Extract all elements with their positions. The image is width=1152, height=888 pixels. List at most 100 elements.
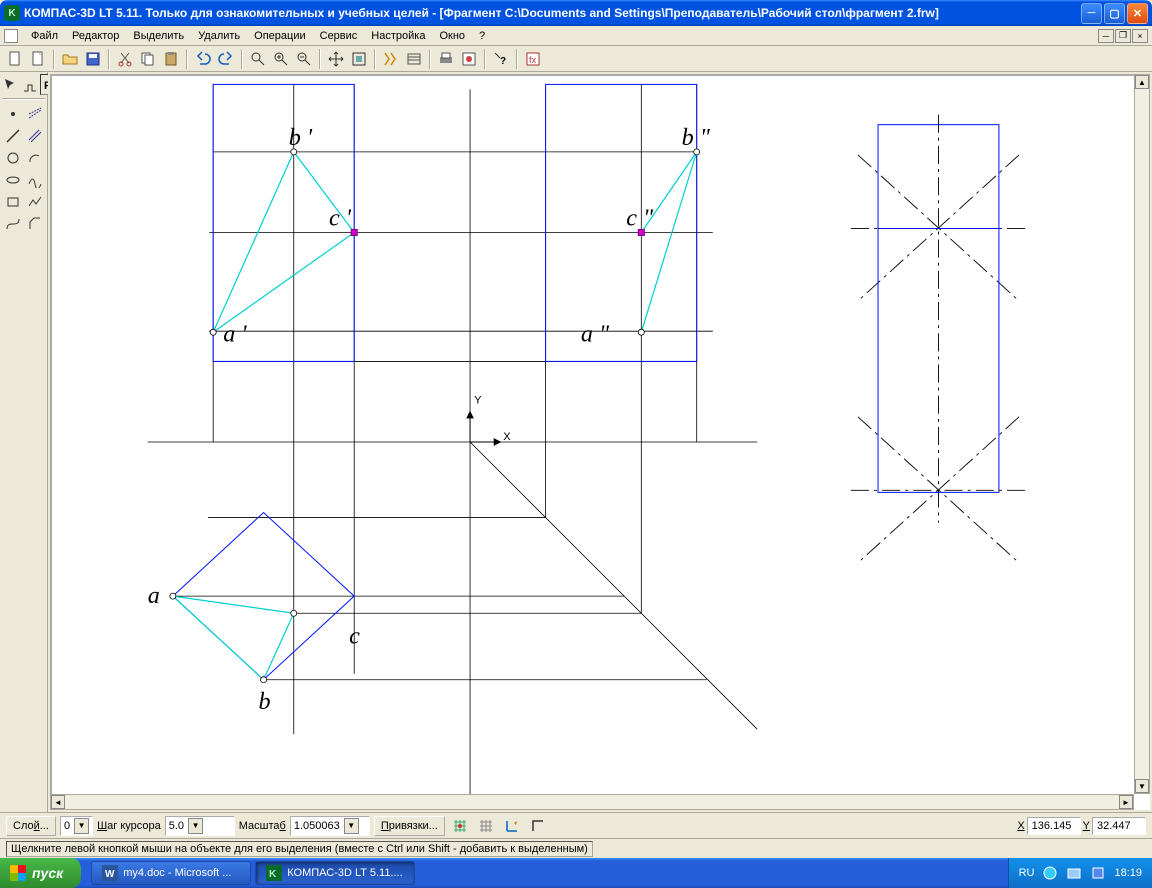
mdi-close-button[interactable]: × [1132,29,1148,43]
spline-tool[interactable] [24,169,45,190]
bezier-tool[interactable] [2,213,23,234]
left-toolbar: P [0,72,48,812]
layer-dropdown[interactable]: 0▼ [60,816,93,836]
snap-tool[interactable] [21,74,39,95]
pan-button[interactable] [325,48,347,70]
menu-operations[interactable]: Операции [247,28,312,44]
circle-tool[interactable] [2,147,23,168]
language-indicator[interactable]: RU [1019,867,1035,879]
aux-line-tool[interactable] [24,103,45,124]
svg-text:?: ? [500,56,506,67]
label-c: c [349,622,360,649]
line-tool[interactable] [2,125,23,146]
scroll-up-button[interactable]: ▲ [1135,75,1149,89]
select-tool[interactable] [2,74,20,95]
coord-y-field[interactable]: 32.447 [1092,817,1146,835]
point-tool[interactable] [2,103,23,124]
save-button[interactable] [82,48,104,70]
vertical-scrollbar[interactable]: ▲ ▼ [1134,74,1150,794]
menu-select[interactable]: Выделить [126,28,191,44]
mdi-minimize-button[interactable]: ─ [1098,29,1114,43]
label-c-double: c " [626,204,654,231]
clock[interactable]: 18:19 [1114,867,1142,879]
axis-y-label: Y [474,395,482,407]
mdi-restore-button[interactable]: ❐ [1115,29,1131,43]
zoom-fit-button[interactable] [348,48,370,70]
menu-editor[interactable]: Редактор [65,28,126,44]
main-toolbar: ? fx [0,46,1152,72]
layers-button[interactable] [403,48,425,70]
layer-button[interactable]: Слой... [6,816,56,836]
undo-button[interactable] [192,48,214,70]
hint-text: Щелкните левой кнопкой мыши на объекте д… [6,841,593,857]
menu-file[interactable]: Файл [24,28,65,44]
ortho-button[interactable] [527,815,549,837]
scale-dropdown[interactable]: 1.050063▼ [290,816,370,836]
mdi-document-icon[interactable] [4,29,18,43]
menu-help[interactable]: ? [472,28,492,44]
label-c-prime: c ' [329,204,352,231]
rect-tool[interactable] [2,191,23,212]
help-button[interactable]: ? [490,48,512,70]
zoom-in-button[interactable] [270,48,292,70]
svg-text:fx: fx [529,55,537,65]
label-b-double: b " [682,124,711,151]
variables-button[interactable]: fx [522,48,544,70]
scroll-down-button[interactable]: ▼ [1135,779,1149,793]
scroll-left-button[interactable]: ◄ [51,795,65,809]
tray-icon-2[interactable] [1066,865,1082,881]
window-titlebar: K КОМПАС-3D LT 5.11. Только для ознакоми… [0,0,1152,26]
print-button[interactable] [435,48,457,70]
local-cs-button[interactable] [501,815,523,837]
minimize-button[interactable]: ─ [1081,3,1102,24]
taskbar-item-kompas[interactable]: K КОМПАС-3D LT 5.11.... [255,861,415,885]
coord-y-label: Y [1083,820,1090,832]
horizontal-scrollbar[interactable]: ◄ ► [50,794,1134,810]
menu-service[interactable]: Сервис [313,28,365,44]
ellipse-tool[interactable] [2,169,23,190]
open-button[interactable] [59,48,81,70]
copy-button[interactable] [137,48,159,70]
taskbar: пуск W my4.doc - Microsoft ... K КОМПАС-… [0,858,1152,888]
redo-button[interactable] [215,48,237,70]
drawing-svg: X Y a ' b ' c ' a " b " c " a b c [52,76,1148,808]
chamfer-tool[interactable] [24,213,45,234]
zoom-window-button[interactable] [247,48,269,70]
new-doc-button[interactable] [27,48,49,70]
new-button[interactable] [4,48,26,70]
parallel-tool[interactable] [24,125,45,146]
cut-button[interactable] [114,48,136,70]
label-a-double: a " [581,320,610,347]
tray-icon-3[interactable] [1090,865,1106,881]
tray-icon-1[interactable] [1042,865,1058,881]
grid-toggle-button[interactable] [449,815,471,837]
label-a-prime: a ' [223,320,247,347]
close-button[interactable]: ✕ [1127,3,1148,24]
arc-tool[interactable] [24,147,45,168]
axis-x-label: X [503,431,511,443]
system-tray[interactable]: RU 18:19 [1008,858,1152,888]
drawing-canvas[interactable]: X Y a ' b ' c ' a " b " c " a b c ◄ [48,72,1152,812]
status-bar-controls: Слой... 0▼ Шаг курсора 5.0▼ Масштаб 1.05… [0,812,1152,838]
step-dropdown[interactable]: 5.0▼ [165,816,235,836]
snap-button[interactable]: Привязки... [374,816,445,836]
menu-delete[interactable]: Удалить [191,28,247,44]
snap-grid-button[interactable] [475,815,497,837]
coord-x-field[interactable]: 136.145 [1027,817,1081,835]
zoom-out-button[interactable] [293,48,315,70]
window-title: КОМПАС-3D LT 5.11. Только для ознакомите… [24,6,1081,20]
start-button[interactable]: пуск [0,858,81,888]
label-b: b [259,688,271,715]
menu-settings[interactable]: Настройка [364,28,432,44]
menu-window[interactable]: Окно [432,28,472,44]
taskbar-item-word[interactable]: W my4.doc - Microsoft ... [91,861,251,885]
maximize-button[interactable]: ▢ [1104,3,1125,24]
properties-button[interactable] [458,48,480,70]
refresh-button[interactable] [380,48,402,70]
paste-button[interactable] [160,48,182,70]
menu-bar: Файл Редактор Выделить Удалить Операции … [0,26,1152,46]
svg-text:W: W [105,869,115,880]
scroll-right-button[interactable]: ► [1119,795,1133,809]
polyline-tool[interactable] [24,191,45,212]
app-icon: K [4,5,20,21]
